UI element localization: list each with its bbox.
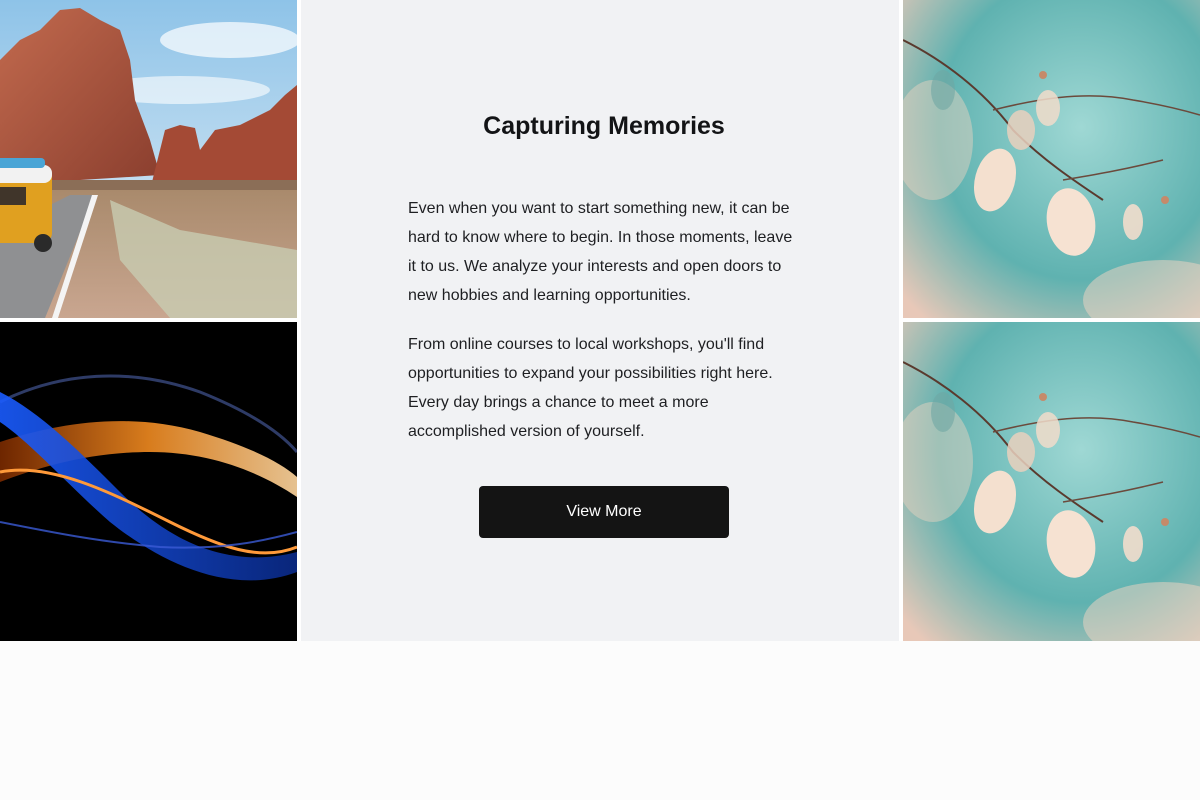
desert-road-photo xyxy=(0,0,297,318)
feature-title: Capturing Memories xyxy=(483,112,725,140)
feature-content: Capturing Memories Even when you want to… xyxy=(408,108,800,538)
feature-paragraph-1: Even when you want to start something ne… xyxy=(408,200,793,304)
page-footer-space xyxy=(0,641,1200,800)
leaf-branch-photo xyxy=(903,0,1200,318)
button-container: View More xyxy=(408,486,800,538)
leaf-branch-photo xyxy=(903,322,1200,641)
feature-section: Capturing Memories Even when you want to… xyxy=(0,0,1200,641)
view-more-button[interactable]: View More xyxy=(479,486,729,538)
light-waves-photo xyxy=(0,322,297,641)
feature-paragraph-2: From online courses to local workshops, … xyxy=(408,336,773,440)
feature-panel: Capturing Memories Even when you want to… xyxy=(301,0,899,641)
